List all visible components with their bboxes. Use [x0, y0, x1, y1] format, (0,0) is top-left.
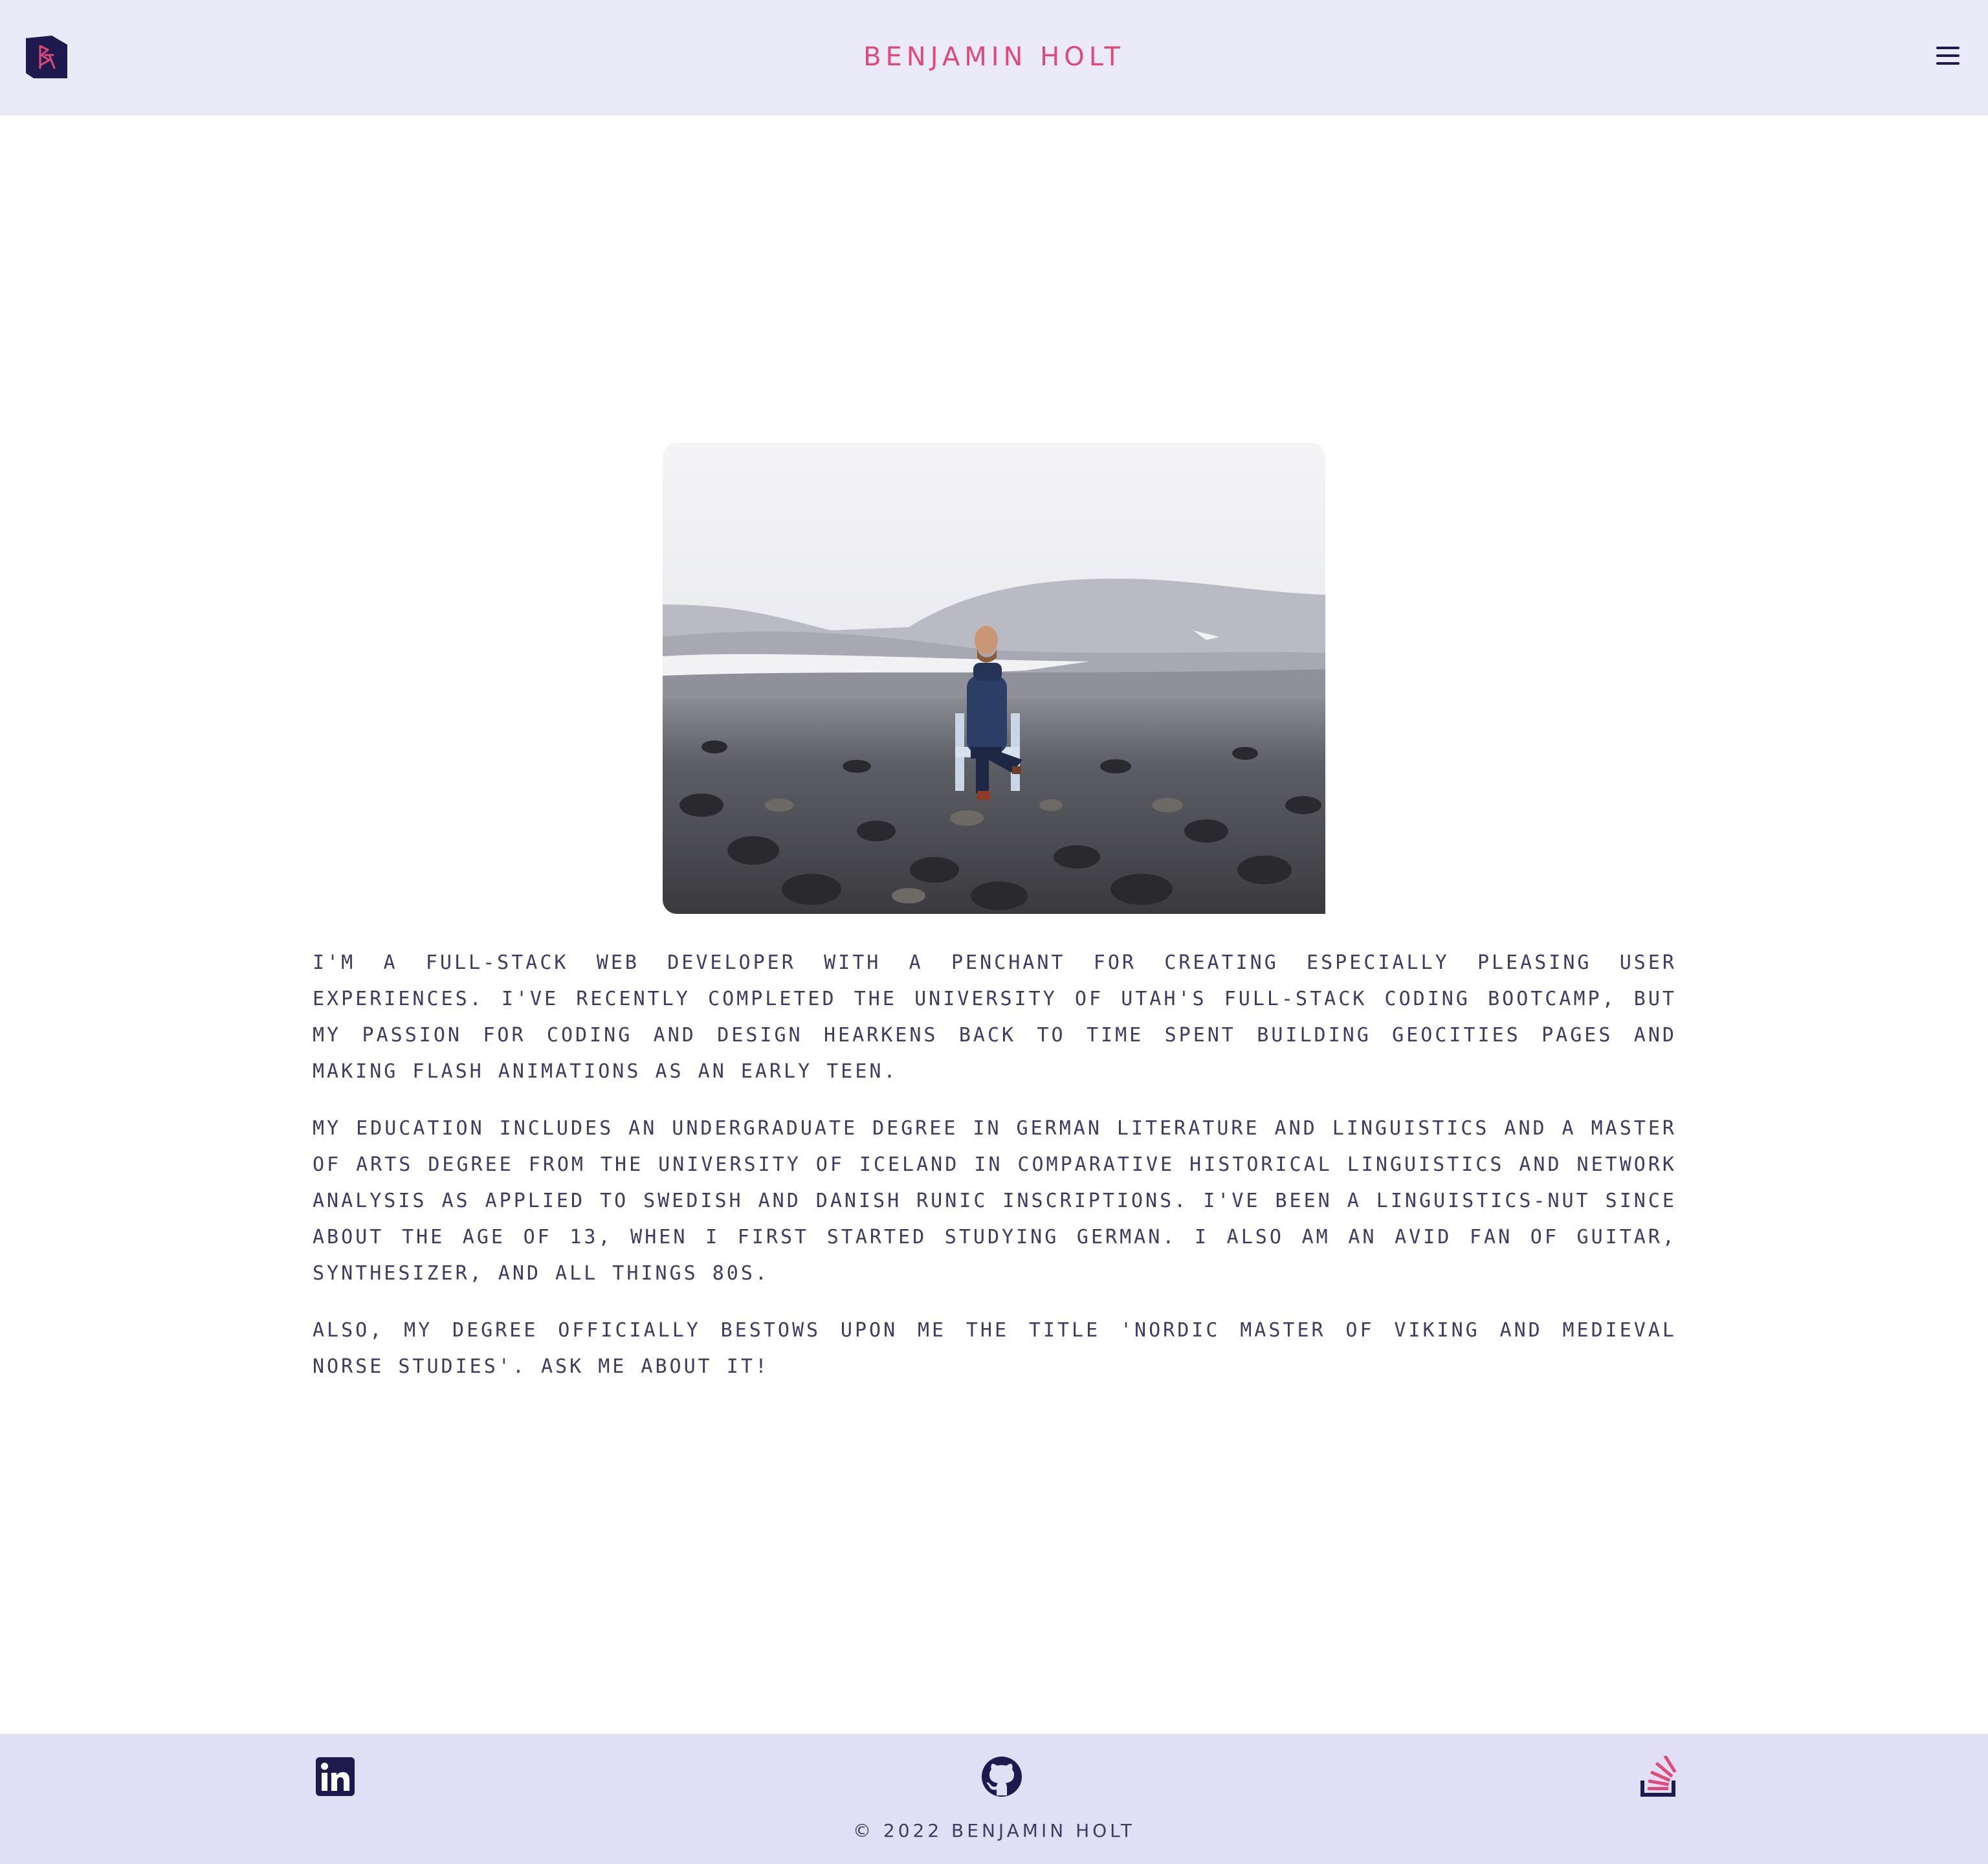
portrait-photo: [663, 443, 1325, 914]
bio-section: I'm a full-stack web developer with a pe…: [313, 945, 1677, 1406]
page: BENJAMIN HOLT I'M A FULL-STACK WEB DEVEL…: [0, 0, 1988, 1864]
site-header: BENJAMIN HOLT: [0, 0, 1988, 115]
bio-paragraph-2: My education includes an undergraduate d…: [313, 1117, 1677, 1285]
copyright-text: © 2022 BENJAMIN HOLT: [852, 1820, 1136, 1841]
bio-paragraph-1: I'm a full-stack web developer with a pe…: [313, 951, 1677, 1083]
site-footer: © 2022 BENJAMIN HOLT: [0, 1734, 1988, 1864]
hamburger-menu-icon[interactable]: [1934, 43, 1962, 69]
site-title[interactable]: BENJAMIN HOLT: [0, 39, 1988, 75]
bio-paragraph-3: Also, my degree officially bestows upon …: [313, 1319, 1677, 1378]
linkedin-icon[interactable]: [315, 1756, 356, 1797]
github-icon[interactable]: [981, 1756, 1022, 1797]
stackoverflow-icon[interactable]: [1639, 1755, 1680, 1797]
